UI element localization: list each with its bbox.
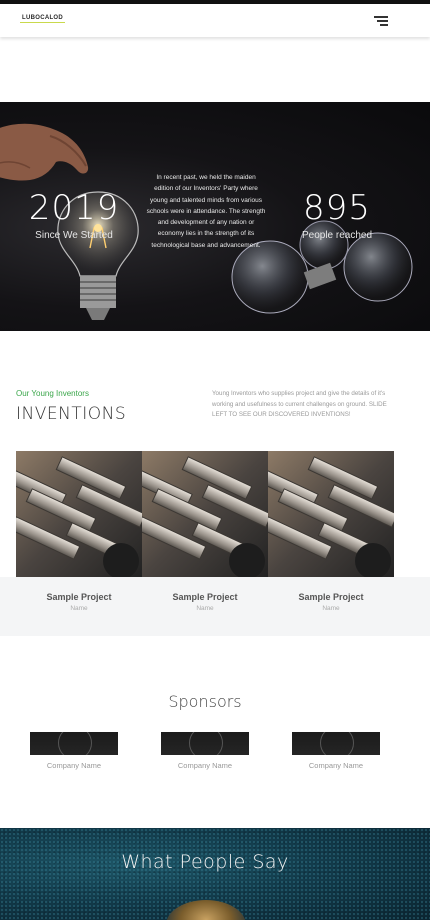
project-image [16,451,142,577]
hero-stats-banner: 2019 Since We Started In recent past, we… [0,102,430,331]
stat-label: People reached [301,230,373,241]
navbar: LUBOCALOD [0,4,430,37]
project-card[interactable]: Sample Project Name [142,451,268,636]
stat-people: 895 People reached [287,188,387,241]
project-subtitle: Name [70,605,88,612]
hero-paragraph: In recent past, we held the maiden editi… [146,174,266,249]
sponsor-item[interactable]: Company Name [30,732,120,770]
inventions-description: Young Inventors who supplies project and… [212,390,387,418]
project-title: Sample Project [298,592,364,602]
sponsor-item[interactable]: Company Name [161,732,251,770]
sponsor-name: Company Name [308,761,364,770]
hamburger-menu-icon[interactable] [374,15,388,27]
inventions-title: INVENTIONS [16,404,127,424]
project-title: Sample Project [172,592,238,602]
logo-text: LUBOCALOD [22,15,64,21]
stat-number: 2019 [28,188,120,228]
sponsors-title: Sponsors [168,692,242,711]
project-image [142,451,268,577]
sponsor-logo [161,732,249,755]
stat-label: Since We Started [35,230,113,241]
sponsor-logo [292,732,380,755]
testimonials-title: What People Say [121,851,289,873]
stat-number: 895 [303,188,371,228]
sponsor-logo [30,732,118,755]
inventions-carousel[interactable]: Sample Project Name Sample Project Name [0,451,430,636]
project-subtitle: Name [322,605,340,612]
project-card[interactable]: Sample Project Name [16,451,142,636]
hand-image [0,123,89,181]
sponsor-item[interactable]: Company Name [292,732,382,770]
project-card[interactable]: Sample Project Name [268,451,394,636]
site-logo[interactable]: LUBOCALOD [20,14,66,23]
project-subtitle: Name [196,605,214,612]
testimonials-section: What People Say [0,828,430,920]
project-image [268,451,394,577]
section-tag: Our Young Inventors [16,389,89,398]
sponsor-name: Company Name [46,761,102,770]
stat-years: 2019 Since We Started [24,188,124,241]
project-title: Sample Project [46,592,112,602]
sponsor-name: Company Name [177,761,233,770]
